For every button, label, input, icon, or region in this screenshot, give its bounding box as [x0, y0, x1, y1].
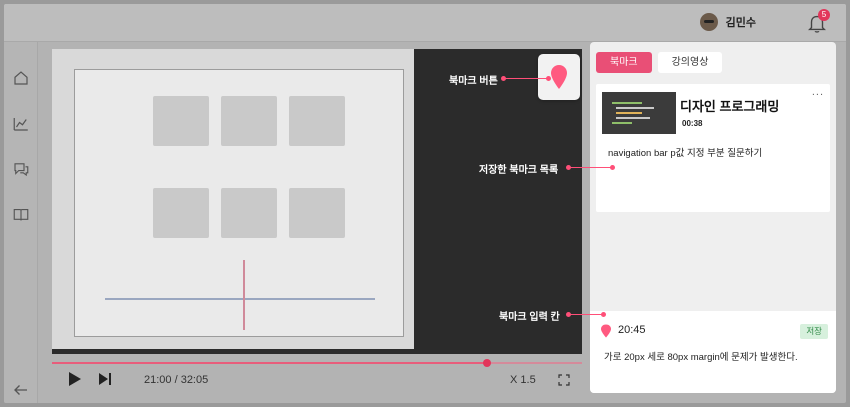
top-bar: 김민수 5: [4, 4, 846, 42]
callout-dot: [610, 165, 615, 170]
bookmark-input[interactable]: 20:45 저장 가로 20px 세로 80px margin에 문제가 발생한…: [590, 311, 836, 393]
fullscreen-icon[interactable]: [558, 374, 570, 386]
product-thumb: [153, 96, 209, 146]
callout-line: [569, 314, 603, 315]
app-window: 김민수 5 21:00 / 32:05 X 1.5 북마크 강의영상 디자인 프…: [4, 4, 846, 403]
callout-dot: [566, 312, 571, 317]
guide-line: [243, 260, 245, 330]
user-menu[interactable]: 김민수: [699, 13, 756, 31]
more-icon[interactable]: ...: [812, 86, 824, 98]
card-thumbnail: [602, 92, 676, 134]
tab-bookmark[interactable]: 북마크: [596, 52, 652, 73]
chat-icon[interactable]: [12, 160, 30, 178]
back-arrow-icon[interactable]: [12, 381, 30, 399]
product-thumb: [221, 96, 277, 146]
callout-dot: [546, 76, 551, 81]
callout-dot: [601, 312, 606, 317]
callout-dot: [566, 165, 571, 170]
callout-saved-list: 저장한 북마크 목록: [479, 165, 559, 176]
video-content: [74, 69, 404, 337]
play-icon[interactable]: [68, 371, 82, 387]
callout-bookmark-button: 북마크 버튼: [449, 76, 498, 87]
bookmark-card[interactable]: 디자인 프로그래밍 00:38 ... navigation bar p값 지정…: [596, 84, 830, 212]
card-title: 디자인 프로그래밍: [680, 99, 780, 114]
product-thumb: [221, 188, 277, 238]
pin-icon: [601, 324, 611, 338]
guide-line: [105, 298, 375, 300]
bookmark-button[interactable]: [538, 54, 580, 100]
book-icon[interactable]: [12, 205, 30, 223]
callout-line: [504, 78, 548, 79]
sidebar: [4, 42, 38, 403]
username: 김민수: [725, 17, 756, 29]
pin-icon: [551, 65, 567, 89]
home-icon[interactable]: [12, 69, 30, 87]
product-thumb: [289, 188, 345, 238]
card-time: 00:38: [682, 119, 703, 128]
tab-lecture-video[interactable]: 강의영상: [657, 52, 723, 73]
notification-badge: 5: [818, 9, 830, 21]
video-frame: [52, 49, 414, 349]
callout-dot: [501, 76, 506, 81]
panel-tabs: 북마크 강의영상: [596, 52, 723, 73]
card-note: navigation bar p값 지정 부분 질문하기: [608, 148, 763, 159]
callout-input-area: 북마크 입력 칸: [499, 312, 560, 323]
skip-next-icon[interactable]: [98, 371, 112, 387]
player-controls: 21:00 / 32:05 X 1.5: [64, 371, 574, 391]
progress-knob[interactable]: [482, 359, 491, 367]
product-thumb: [289, 96, 345, 146]
avatar: [699, 13, 718, 31]
chart-icon[interactable]: [12, 115, 30, 133]
entry-time: 20:45: [618, 324, 646, 336]
product-thumb: [153, 188, 209, 238]
bookmark-panel: 북마크 강의영상 디자인 프로그래밍 00:38 ... navigation …: [590, 42, 836, 393]
progress-fill: [52, 362, 487, 364]
callout-line: [569, 167, 613, 168]
time-display: 21:00 / 32:05: [144, 374, 209, 386]
progress-bar[interactable]: [52, 359, 582, 367]
speed-control[interactable]: X 1.5: [510, 374, 536, 386]
code-thumbnail: [612, 102, 654, 124]
entry-text[interactable]: 가로 20px 세로 80px margin에 문제가 발생한다.: [604, 349, 798, 363]
save-button[interactable]: 저장: [800, 324, 828, 339]
